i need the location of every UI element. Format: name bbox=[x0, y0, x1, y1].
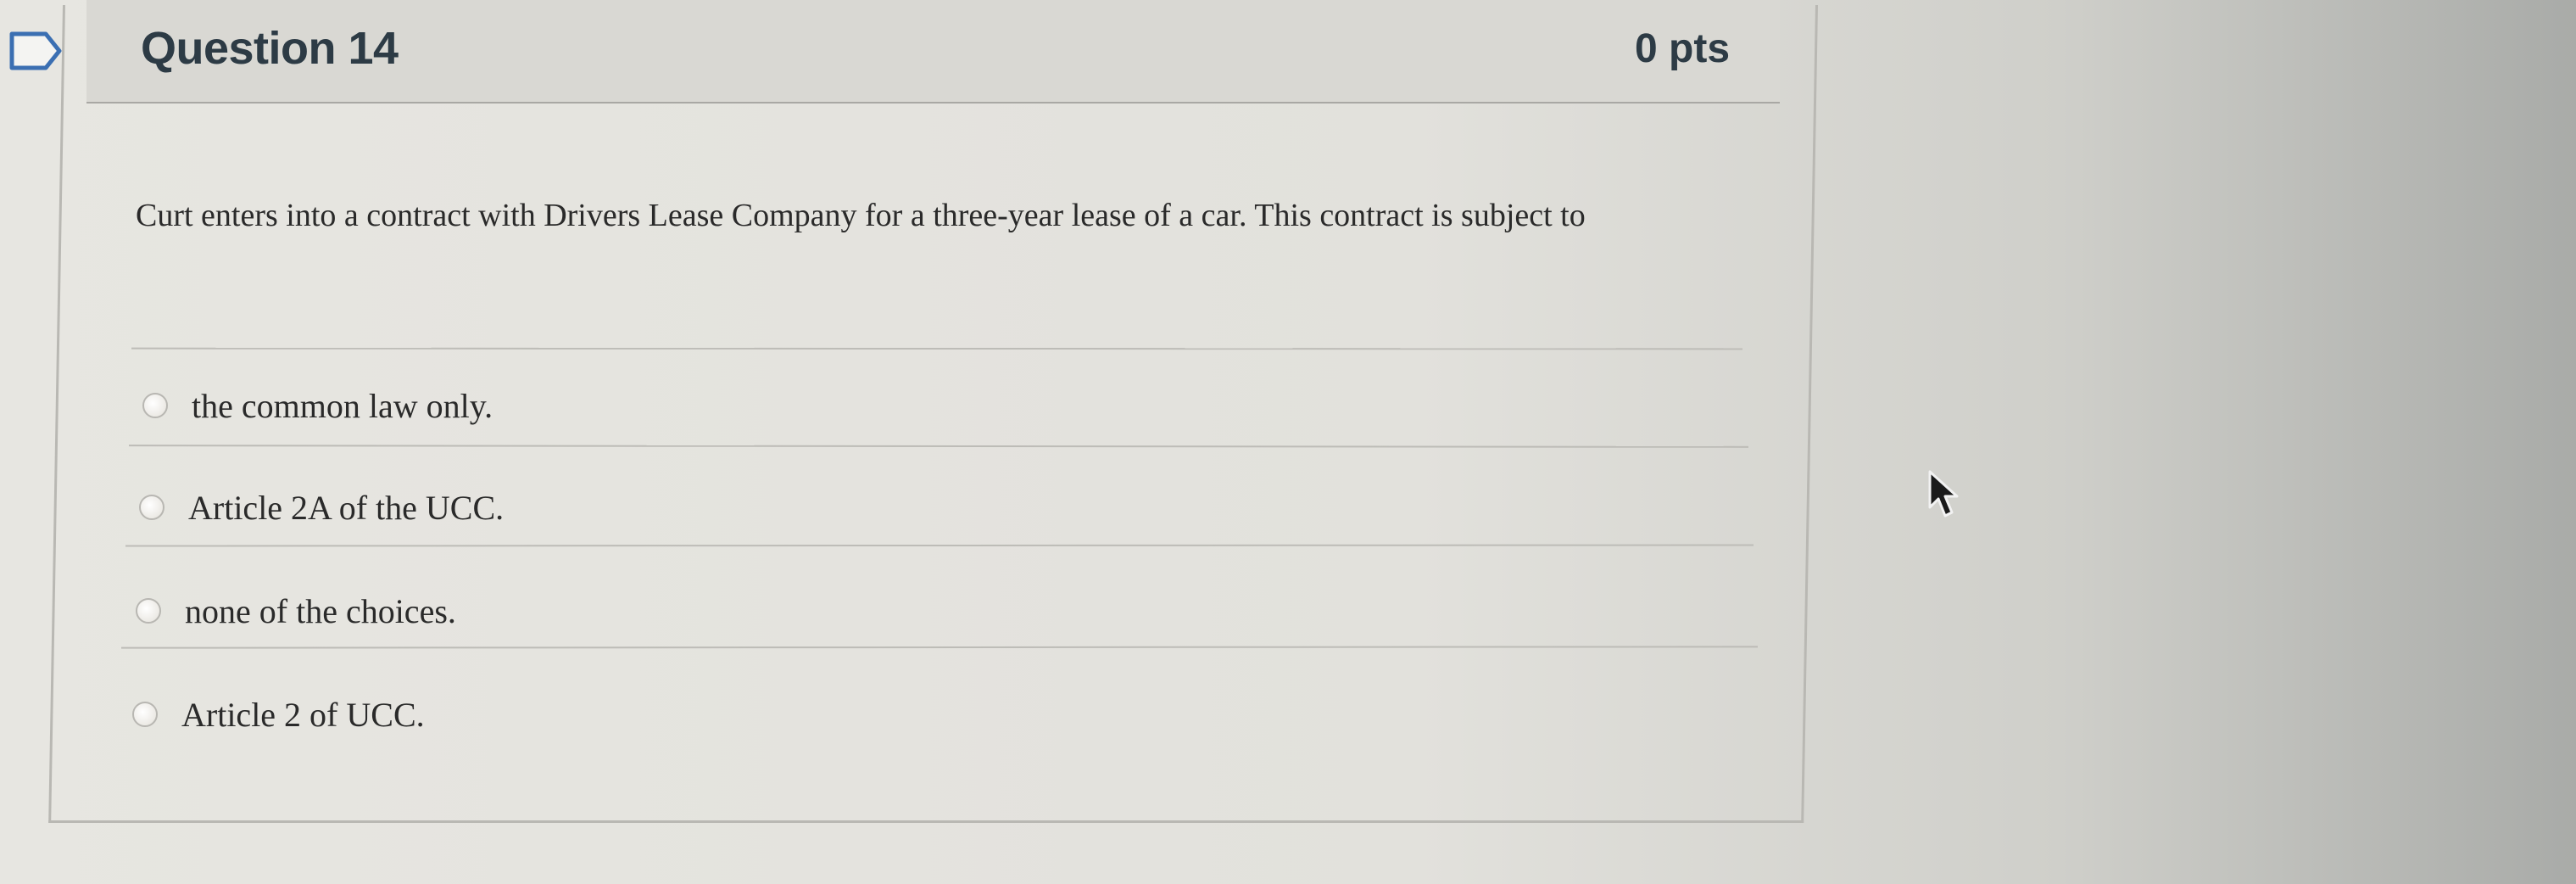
answer-option-4[interactable]: Article 2 of UCC. bbox=[132, 689, 425, 740]
flag-question-icon[interactable] bbox=[8, 29, 64, 73]
answer-label: Article 2A of the UCC. bbox=[188, 488, 505, 527]
question-text: Curt enters into a contract with Drivers… bbox=[136, 198, 1586, 233]
radio-button[interactable] bbox=[136, 598, 161, 624]
radio-button[interactable] bbox=[139, 495, 164, 520]
answer-option-3[interactable]: none of the choices. bbox=[136, 585, 456, 636]
answer-option-1[interactable]: the common law only. bbox=[142, 380, 493, 431]
answer-label: the common law only. bbox=[192, 386, 493, 425]
answer-option-2[interactable]: Article 2A of the UCC. bbox=[139, 482, 504, 533]
question-title: Question 14 bbox=[141, 23, 399, 74]
radio-button[interactable] bbox=[142, 393, 168, 418]
mouse-pointer-icon bbox=[1928, 470, 1959, 518]
radio-button[interactable] bbox=[132, 702, 158, 727]
answer-label: Article 2 of UCC. bbox=[181, 695, 425, 734]
question-points: 0 pts bbox=[1635, 26, 1731, 71]
answer-label: none of the choices. bbox=[185, 591, 456, 630]
